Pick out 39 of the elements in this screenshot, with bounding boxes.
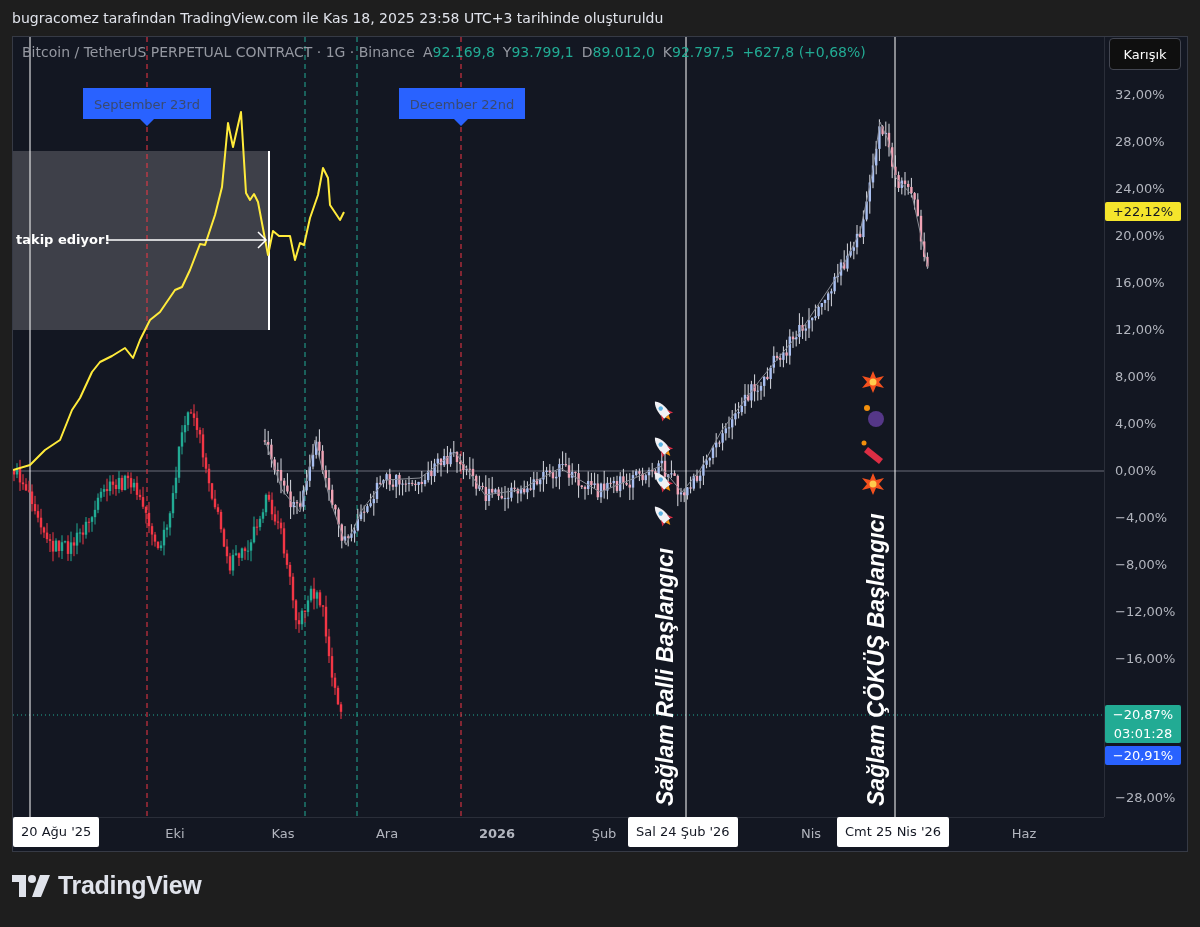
time-marker: Sal 24 Şub '26 [628,817,738,847]
price-label: 28,00% [1115,134,1165,150]
price-label: 32,00% [1115,87,1165,103]
price-label: 12,00% [1115,322,1165,338]
callout-label: September 23rd [83,88,211,126]
price-badge: +22,12% [1105,202,1181,221]
callout-label: December 22nd [399,88,525,126]
vertical-note: Sağlam Ralli Başlangıcı [652,547,678,806]
time-marker: 20 Ağu '25 [13,817,100,847]
scale-mode-button[interactable]: Karışık [1109,38,1181,70]
price-label: 0,00% [1115,463,1157,479]
price-badge: −20,91% [1105,746,1181,765]
price-label: −28,00% [1115,790,1176,806]
ohlc-value: Y93.799,1 [502,44,574,60]
price-label: 16,00% [1115,275,1165,291]
annotation-text: takip ediyor! [16,232,111,247]
time-label: Eki [165,826,185,841]
price-label: −12,00% [1115,604,1176,620]
brand-name: TradingView [58,871,202,900]
price-label: −4,00% [1115,510,1168,526]
time-label: Kas [271,826,295,841]
time-label: Nis [800,826,822,841]
price-change: +627,8 (+0,68%) [742,44,866,60]
time-marker: Cmt 25 Nis '26 [837,817,949,847]
time-label: Şub [591,826,617,841]
chart-caption: bugracomez tarafından TradingView.com ile Kas 18, 2025 23:58 UTC+3 tarihinde oluşturuldu [12,10,664,26]
vertical-note: Sağlam ÇÖKÜŞ Başlangıcı [863,513,889,806]
ohlc-value: A92.169,8 [422,44,495,60]
price-label: −16,00% [1115,651,1176,667]
price-label: 8,00% [1115,369,1157,385]
time-label: Ara [375,826,399,841]
price-badge: −20,87% 03:01:28 [1105,705,1181,743]
time-label: Haz [1011,826,1037,841]
price-label: 20,00% [1115,228,1165,244]
time-label: 2026 [478,826,516,841]
ohlc-value: D89.012,0 [581,44,655,60]
price-label: 4,00% [1115,416,1157,432]
price-label: −8,00% [1115,557,1168,573]
price-label: 24,00% [1115,181,1165,197]
